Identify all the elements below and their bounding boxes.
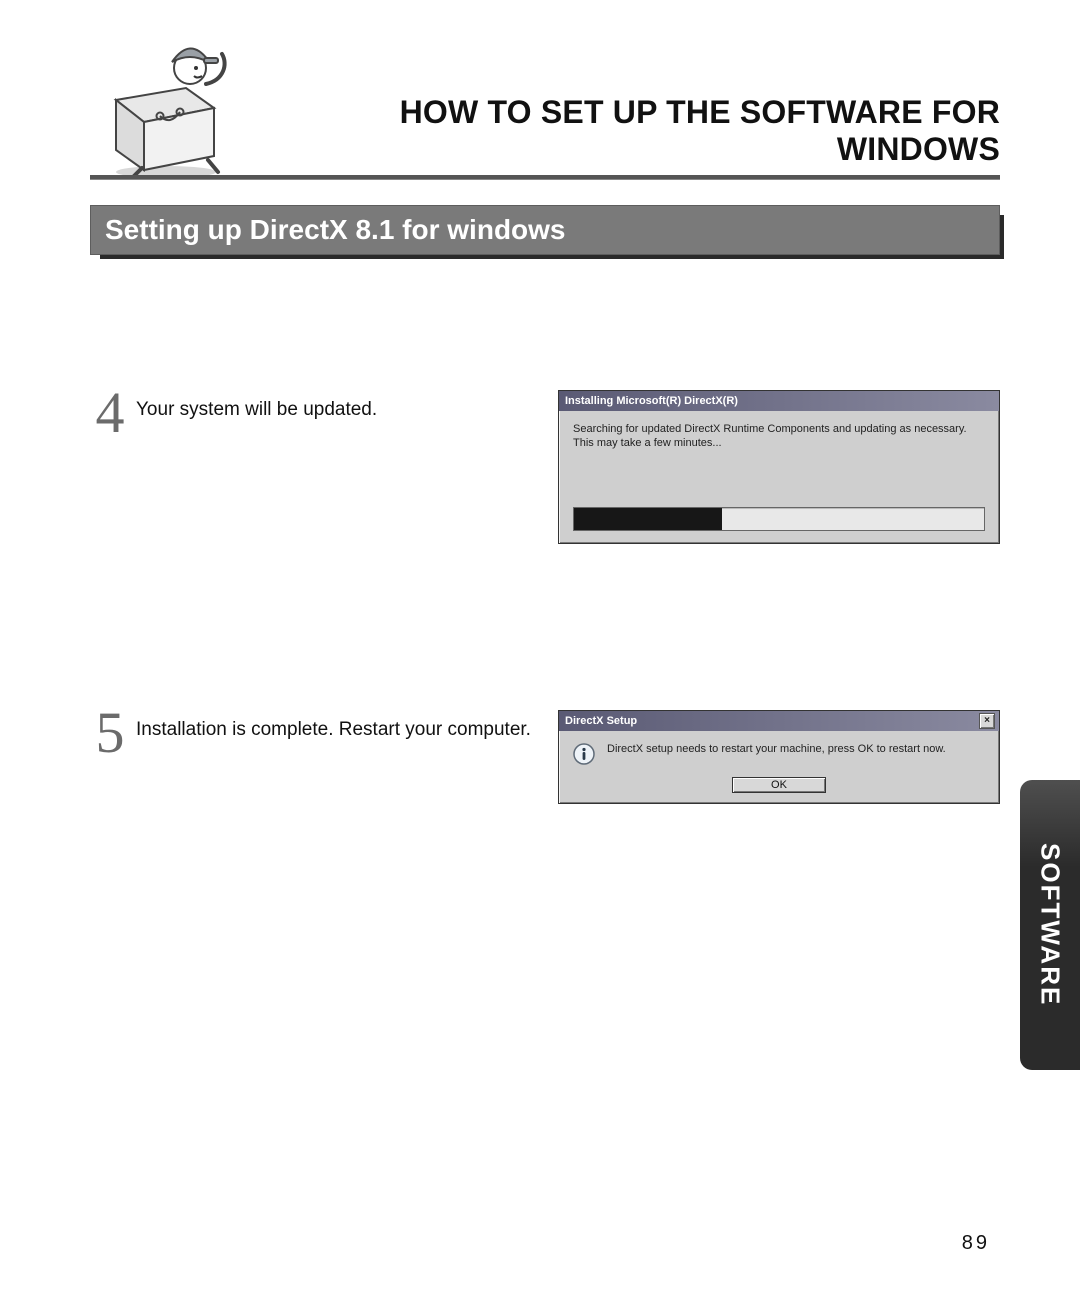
directx-setup-body: DirectX setup needs to restart your mach…	[559, 731, 999, 773]
install-progress-fill	[574, 508, 722, 530]
directx-setup-titlebar: DirectX Setup ×	[559, 711, 999, 731]
directx-setup-button-row: OK	[559, 773, 999, 803]
section-heading-face: Setting up DirectX 8.1 for windows	[90, 205, 1000, 255]
section-side-tab-label: SOFTWARE	[1035, 843, 1066, 1006]
step-5-number: 5	[90, 704, 130, 762]
page-header: HOW TO SET UP THE SOFTWARE FOR WINDOWS	[90, 30, 1000, 180]
ok-button[interactable]: OK	[732, 777, 826, 793]
installing-directx-titlebar: Installing Microsoft(R) DirectX(R)	[559, 391, 999, 411]
section-heading-text: Setting up DirectX 8.1 for windows	[105, 214, 566, 246]
section-side-tab: SOFTWARE	[1020, 780, 1080, 1070]
step-4-text: Your system will be updated.	[136, 398, 377, 422]
installing-directx-message: Searching for updated DirectX Runtime Co…	[573, 423, 985, 451]
page-title: HOW TO SET UP THE SOFTWARE FOR WINDOWS	[250, 94, 1000, 168]
mascot-icon	[96, 30, 236, 180]
step-4: 4 Your system will be updated. Installin…	[90, 390, 1000, 600]
directx-setup-dialog: DirectX Setup × DirectX setup needs to r…	[558, 710, 1000, 804]
info-icon	[573, 743, 595, 765]
step-5: 5 Installation is complete. Restart your…	[90, 710, 1000, 850]
page-number: 89	[962, 1232, 990, 1255]
installing-directx-title: Installing Microsoft(R) DirectX(R)	[565, 395, 738, 407]
install-progress-bar	[573, 507, 985, 531]
installing-directx-dialog: Installing Microsoft(R) DirectX(R) Searc…	[558, 390, 1000, 544]
installing-directx-body: Searching for updated DirectX Runtime Co…	[559, 411, 999, 543]
step-4-number: 4	[90, 384, 130, 442]
header-rule	[90, 175, 1000, 180]
close-button[interactable]: ×	[979, 713, 995, 729]
step-4-screenshot: Installing Microsoft(R) DirectX(R) Searc…	[558, 390, 1000, 544]
section-heading: Setting up DirectX 8.1 for windows	[90, 205, 1000, 255]
mascot-illustration	[96, 30, 236, 180]
step-5-text: Installation is complete. Restart your c…	[136, 718, 531, 742]
step-5-screenshot: DirectX Setup × DirectX setup needs to r…	[558, 710, 1000, 804]
directx-setup-title: DirectX Setup	[565, 715, 637, 727]
directx-setup-message: DirectX setup needs to restart your mach…	[607, 743, 946, 757]
